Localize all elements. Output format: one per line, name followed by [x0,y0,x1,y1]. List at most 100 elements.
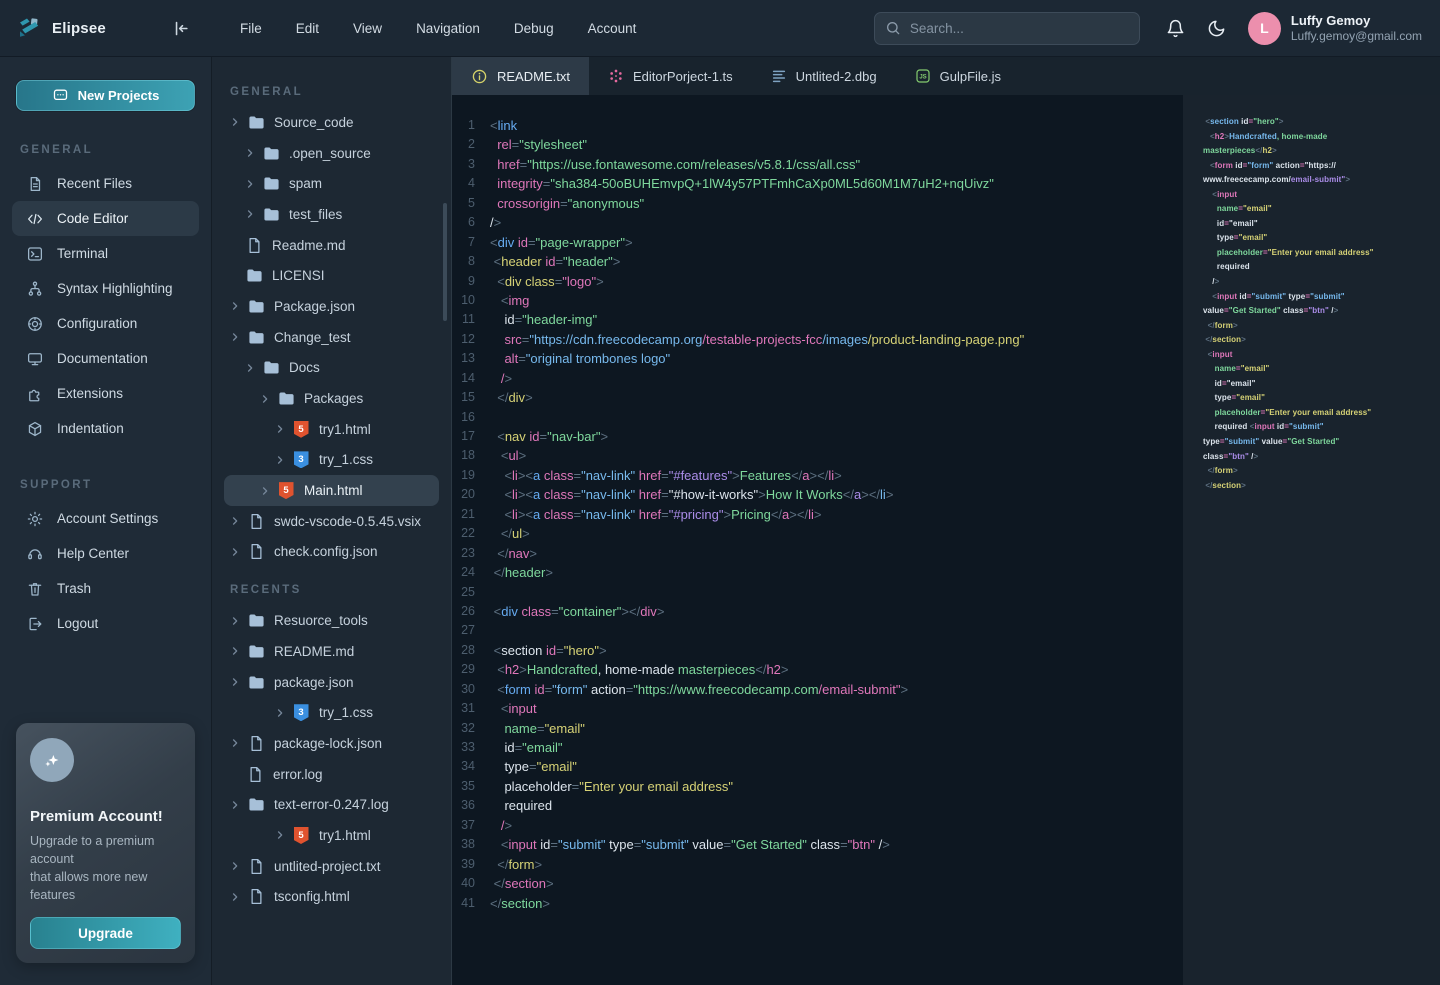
code-line[interactable]: 5 crossorigin="anonymous" [452,194,1183,213]
tree-row[interactable]: Package.json [224,291,439,322]
code-line[interactable]: 40 </section> [452,874,1183,893]
tree-row[interactable]: swdc-vscode-0.5.45.vsix [224,506,439,537]
chevron-right-icon[interactable] [245,179,262,189]
chevron-right-icon[interactable] [230,516,247,526]
menu-debug[interactable]: Debug [514,21,554,36]
tree-row[interactable]: 5 Main.html [224,475,439,506]
tree-row[interactable]: LICENSI [224,260,439,291]
code-line[interactable]: 23 </nav> [452,544,1183,563]
code-line[interactable]: 22 </ul> [452,524,1183,543]
notifications-bell-icon[interactable] [1166,19,1185,38]
sidebar-item-extensions[interactable]: Extensions [12,376,199,411]
chevron-right-icon[interactable] [260,394,277,404]
search-box[interactable] [874,12,1140,45]
chevron-right-icon[interactable] [245,363,262,373]
menu-edit[interactable]: Edit [296,21,319,36]
menu-account[interactable]: Account [588,21,637,36]
tree-row[interactable]: package-lock.json [224,728,439,759]
code-line[interactable]: 14 /> [452,369,1183,388]
collapse-sidebar-icon[interactable] [171,19,190,38]
minimap-panel[interactable]: <section id="hero"> <h2>Handcrafted, hom… [1183,95,1440,985]
chevron-right-icon[interactable] [230,800,247,810]
chevron-right-icon[interactable] [230,616,247,626]
tree-row[interactable]: 5 try1.html [224,414,439,445]
code-line[interactable]: 41 </section> [452,894,1183,913]
tree-row[interactable]: Source_code [224,107,439,138]
tree-row[interactable]: spam [224,168,439,199]
sidebar-item-syntax-highlighting[interactable]: Syntax Highlighting [12,271,199,306]
chevron-right-icon[interactable] [260,486,277,496]
code-line[interactable]: 20 <li><a class="nav-link" href="#how-it… [452,485,1183,504]
menu-file[interactable]: File [240,21,262,36]
code-line[interactable]: 3 href="https://use.fontawesome.com/rele… [452,155,1183,174]
code-line[interactable]: 27 [452,621,1183,640]
code-line[interactable]: 9 <div class="logo"> [452,272,1183,291]
code-line[interactable]: 18 <ul> [452,446,1183,465]
chevron-right-icon[interactable] [230,677,247,687]
chevron-right-icon[interactable] [230,646,247,656]
tree-row[interactable]: check.config.json [224,537,439,568]
code-line[interactable]: 21 <li><a class="nav-link" href="#pricin… [452,505,1183,524]
code-line[interactable]: 11 id="header-img" [452,310,1183,329]
filetree-scrollbar-thumb[interactable] [443,203,447,321]
tree-row[interactable]: untlited-project.txt [224,851,439,882]
code-line[interactable]: 16 [452,408,1183,427]
code-line[interactable]: 33 id="email" [452,738,1183,757]
code-line[interactable]: 6 /> [452,213,1183,232]
tree-row[interactable]: Packages [224,383,439,414]
tree-row[interactable]: 3 try_1.css [224,697,439,728]
sidebar-item-logout[interactable]: Logout [12,606,199,641]
chevron-right-icon[interactable] [275,424,292,434]
code-line[interactable]: 35 placeholder="Enter your email address… [452,777,1183,796]
tree-row[interactable]: 3 try_1.css [224,445,439,476]
code-line[interactable]: 12 src="https://cdn.freecodecamp.org/tes… [452,330,1183,349]
code-line[interactable]: 32 name="email" [452,719,1183,738]
chevron-right-icon[interactable] [275,830,292,840]
menu-navigation[interactable]: Navigation [416,21,480,36]
code-line[interactable]: 38 <input id="submit" type="submit" valu… [452,835,1183,854]
tree-row[interactable]: 5 try1.html [224,820,439,851]
code-line[interactable]: 17 <nav id="nav-bar"> [452,427,1183,446]
sidebar-item-account-settings[interactable]: Account Settings [12,501,199,536]
chevron-right-icon[interactable] [275,455,292,465]
menu-view[interactable]: View [353,21,382,36]
code-line[interactable]: 13 alt="original trombones logo" [452,349,1183,368]
chevron-right-icon[interactable] [230,332,247,342]
tree-row[interactable]: Docs [224,353,439,384]
chevron-right-icon[interactable] [245,148,262,158]
code-line[interactable]: 8 <header id="header"> [452,252,1183,271]
chevron-right-icon[interactable] [230,861,247,871]
sidebar-item-help-center[interactable]: Help Center [12,536,199,571]
code-line[interactable]: 7 <div id="page-wrapper"> [452,233,1183,252]
sidebar-item-recent-files[interactable]: Recent Files [12,166,199,201]
sidebar-item-terminal[interactable]: Terminal [12,236,199,271]
code-line[interactable]: 39 </form> [452,855,1183,874]
chevron-right-icon[interactable] [230,301,247,311]
code-line[interactable]: 30 <form id="form" action="https://www.f… [452,680,1183,699]
code-line[interactable]: 25 [452,583,1183,602]
code-line[interactable]: 10 <img [452,291,1183,310]
code-line[interactable]: 29 <h2>Handcrafted, home-made masterpiec… [452,660,1183,679]
dark-mode-moon-icon[interactable] [1207,19,1226,38]
chevron-right-icon[interactable] [230,738,247,748]
code-editor-area[interactable]: 1 <link 2 rel="stylesheet" 3 href="https… [452,95,1183,985]
tree-row[interactable]: test_files [224,199,439,230]
sidebar-item-documentation[interactable]: Documentation [12,341,199,376]
tab-editorporject-1.ts[interactable]: EditorPorject-1.ts [589,57,752,95]
tree-row[interactable]: package.json [224,667,439,698]
code-line[interactable]: 36 required [452,796,1183,815]
sidebar-item-configuration[interactable]: Configuration [12,306,199,341]
code-line[interactable]: 37 /> [452,816,1183,835]
tree-row[interactable]: error.log [224,759,439,790]
code-line[interactable]: 34 type="email" [452,757,1183,776]
tree-row[interactable]: .open_source [224,138,439,169]
new-projects-button[interactable]: New Projects [16,80,195,111]
tree-row[interactable]: README.md [224,636,439,667]
tab-untlited-2.dbg[interactable]: Untlited-2.dbg [752,57,896,95]
code-line[interactable]: 1 <link [452,116,1183,135]
upgrade-button[interactable]: Upgrade [30,917,181,949]
tree-row[interactable]: text-error-0.247.log [224,789,439,820]
code-line[interactable]: 19 <li><a class="nav-link" href="#featur… [452,466,1183,485]
code-line[interactable]: 15 </div> [452,388,1183,407]
sidebar-item-indentation[interactable]: Indentation [12,411,199,446]
